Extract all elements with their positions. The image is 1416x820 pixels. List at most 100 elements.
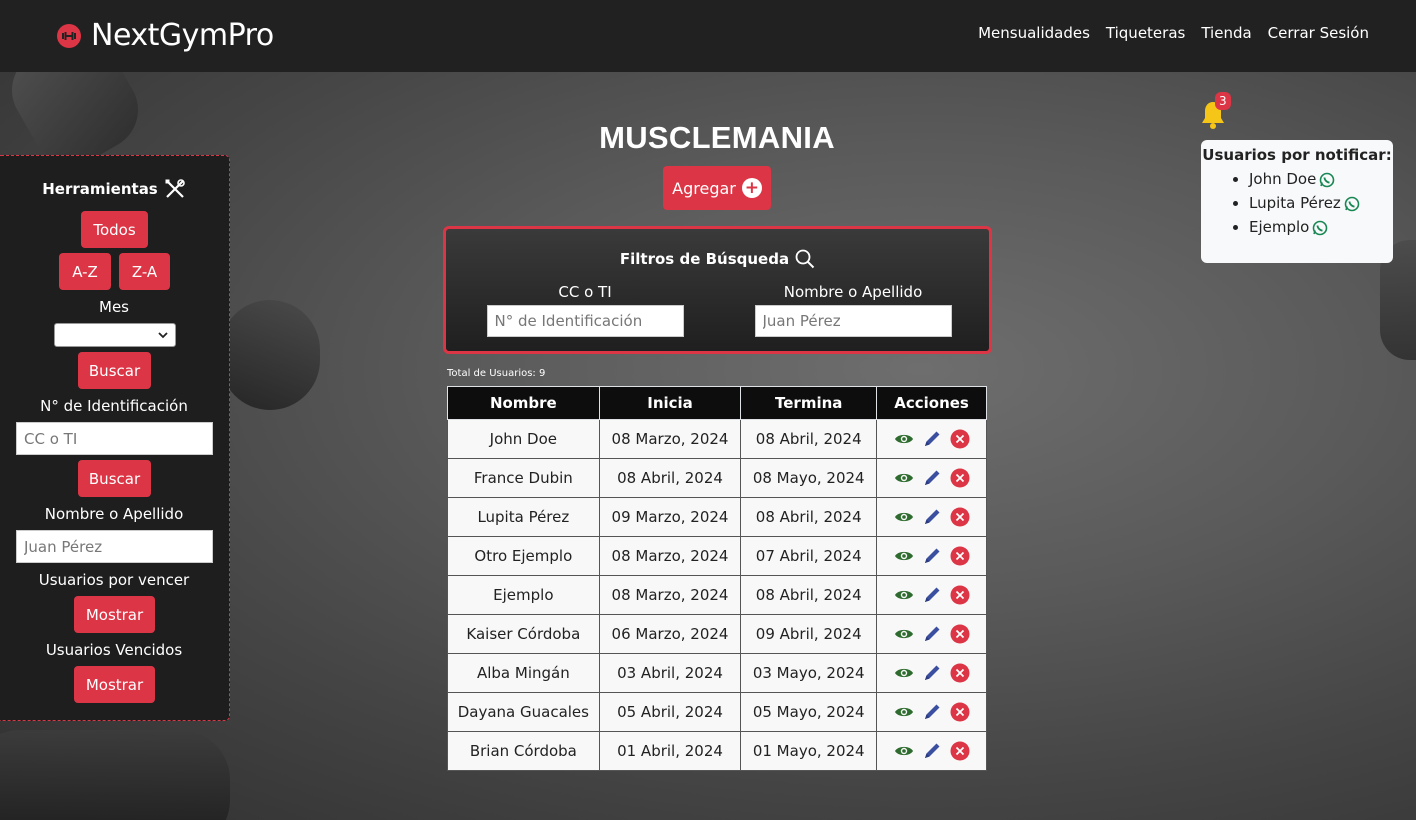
dumbbell-icon xyxy=(57,23,81,48)
delete-icon[interactable] xyxy=(949,701,971,723)
table-row: Ejemplo 08 Marzo, 2024 08 Abril, 2024 xyxy=(447,575,987,615)
delete-icon[interactable] xyxy=(949,740,971,762)
sidebar-name-label: Nombre o Apellido xyxy=(44,505,184,523)
notify-title: Usuarios por notificar: xyxy=(1202,146,1392,164)
delete-icon[interactable] xyxy=(949,662,971,684)
por-vencer-label: Usuarios por vencer xyxy=(38,571,190,589)
cell-nombre: France Dubin xyxy=(447,458,600,498)
cell-acciones xyxy=(876,497,987,537)
navbar: NextGymPro Mensualidades Tiqueteras Tien… xyxy=(0,0,1416,72)
cell-acciones xyxy=(876,536,987,576)
nav-link-tiqueteras[interactable]: Tiqueteras xyxy=(1106,24,1185,42)
cell-acciones xyxy=(876,731,987,771)
view-icon[interactable] xyxy=(893,623,915,645)
cell-termina: 08 Abril, 2024 xyxy=(740,419,878,459)
add-button[interactable]: Agregar + xyxy=(663,166,771,210)
edit-icon[interactable] xyxy=(921,662,943,684)
cell-termina: 08 Abril, 2024 xyxy=(740,497,878,537)
cell-acciones xyxy=(876,692,987,732)
cell-nombre: Dayana Guacales xyxy=(447,692,600,732)
table-row: Dayana Guacales 05 Abril, 2024 05 Mayo, 20… xyxy=(447,692,987,732)
edit-icon[interactable] xyxy=(921,701,943,723)
column-header-acciones: Acciones xyxy=(876,386,987,420)
nav-link-mensualidades[interactable]: Mensualidades xyxy=(978,24,1090,42)
total-users: Total de Usuarios: 9 xyxy=(447,368,546,379)
cell-nombre: John Doe xyxy=(447,419,600,459)
view-icon[interactable] xyxy=(893,467,915,489)
cell-nombre: Lupita Pérez xyxy=(447,497,600,537)
nav-link-cerrar-sesion[interactable]: Cerrar Sesión xyxy=(1268,24,1369,42)
edit-icon[interactable] xyxy=(921,740,943,762)
table-row: Lupita Pérez 09 Marzo, 2024 08 Abril, 2024 xyxy=(447,497,987,537)
cell-termina: 01 Mayo, 2024 xyxy=(740,731,878,771)
delete-icon[interactable] xyxy=(949,545,971,567)
cell-nombre: Ejemplo xyxy=(447,575,600,615)
edit-icon[interactable] xyxy=(921,545,943,567)
mostrar-por-vencer-button[interactable]: Mostrar xyxy=(74,596,155,633)
filter-id-input[interactable] xyxy=(486,305,684,337)
cell-acciones xyxy=(876,419,987,459)
delete-icon[interactable] xyxy=(949,428,971,450)
column-header-inicia: Inicia xyxy=(598,386,742,420)
view-icon[interactable] xyxy=(893,701,915,723)
sort-za-button[interactable]: Z-A xyxy=(119,253,170,290)
mes-label: Mes xyxy=(99,298,129,316)
edit-icon[interactable] xyxy=(921,428,943,450)
delete-icon[interactable] xyxy=(949,584,971,606)
delete-icon[interactable] xyxy=(949,506,971,528)
sort-az-button[interactable]: A-Z xyxy=(59,253,111,290)
todos-button[interactable]: Todos xyxy=(81,211,148,248)
edit-icon[interactable] xyxy=(921,467,943,489)
cell-inicia: 08 Marzo, 2024 xyxy=(598,575,742,615)
filter-name-input[interactable] xyxy=(754,305,952,337)
cell-inicia: 08 Marzo, 2024 xyxy=(598,536,742,576)
cell-termina: 08 Abril, 2024 xyxy=(740,575,878,615)
view-icon[interactable] xyxy=(893,506,915,528)
cell-inicia: 05 Abril, 2024 xyxy=(598,692,742,732)
cell-acciones xyxy=(876,458,987,498)
cell-termina: 07 Abril, 2024 xyxy=(740,536,878,576)
whatsapp-icon[interactable] xyxy=(1319,172,1335,188)
table-row: Otro Ejemplo 08 Marzo, 2024 07 Abril, 2024 xyxy=(447,536,987,576)
delete-icon[interactable] xyxy=(949,623,971,645)
edit-icon[interactable] xyxy=(921,623,943,645)
filters-title-text: Filtros de Búsqueda xyxy=(619,250,790,268)
whatsapp-icon[interactable] xyxy=(1344,196,1360,212)
users-table: Nombre Inicia Termina Acciones John Doe 0… xyxy=(447,386,987,771)
view-icon[interactable] xyxy=(893,662,915,684)
edit-icon[interactable] xyxy=(921,584,943,606)
list-item: Lupita Pérez xyxy=(1249,194,1393,218)
view-icon[interactable] xyxy=(893,740,915,762)
cell-nombre: Alba Mingán xyxy=(447,653,600,693)
brand[interactable]: NextGymPro xyxy=(57,18,274,53)
notification-badge: 3 xyxy=(1215,92,1231,110)
table-row: Kaiser Córdoba 06 Marzo, 2024 09 Abril, 20… xyxy=(447,614,987,654)
buscar-mes-button[interactable]: Buscar xyxy=(78,352,151,389)
cell-nombre: Kaiser Córdoba xyxy=(447,614,600,654)
cell-termina: 08 Mayo, 2024 xyxy=(740,458,878,498)
background-decoration xyxy=(0,730,230,820)
table-row: France Dubin 08 Abril, 2024 08 Mayo, 2024 xyxy=(447,458,987,498)
cell-inicia: 08 Abril, 2024 xyxy=(598,458,742,498)
buscar-id-button[interactable]: Buscar xyxy=(78,460,151,497)
nav-link-tienda[interactable]: Tienda xyxy=(1201,24,1251,42)
delete-icon[interactable] xyxy=(949,467,971,489)
edit-icon[interactable] xyxy=(921,506,943,528)
view-icon[interactable] xyxy=(893,428,915,450)
cell-acciones xyxy=(876,614,987,654)
view-icon[interactable] xyxy=(893,545,915,567)
mostrar-vencidos-button[interactable]: Mostrar xyxy=(74,666,155,703)
nav-links: Mensualidades Tiqueteras Tienda Cerrar S… xyxy=(978,24,1369,42)
mes-select[interactable] xyxy=(54,323,176,347)
cell-termina: 09 Abril, 2024 xyxy=(740,614,878,654)
sidebar-id-input[interactable] xyxy=(16,422,213,455)
column-header-nombre: Nombre xyxy=(447,386,600,420)
sidebar-id-label: N° de Identificación xyxy=(40,397,188,415)
sidebar-name-input[interactable] xyxy=(16,530,213,563)
whatsapp-icon[interactable] xyxy=(1312,220,1328,236)
view-icon[interactable] xyxy=(893,584,915,606)
cell-nombre: Brian Córdoba xyxy=(447,731,600,771)
column-header-termina: Termina xyxy=(740,386,878,420)
cell-inicia: 01 Abril, 2024 xyxy=(598,731,742,771)
cell-nombre: Otro Ejemplo xyxy=(447,536,600,576)
